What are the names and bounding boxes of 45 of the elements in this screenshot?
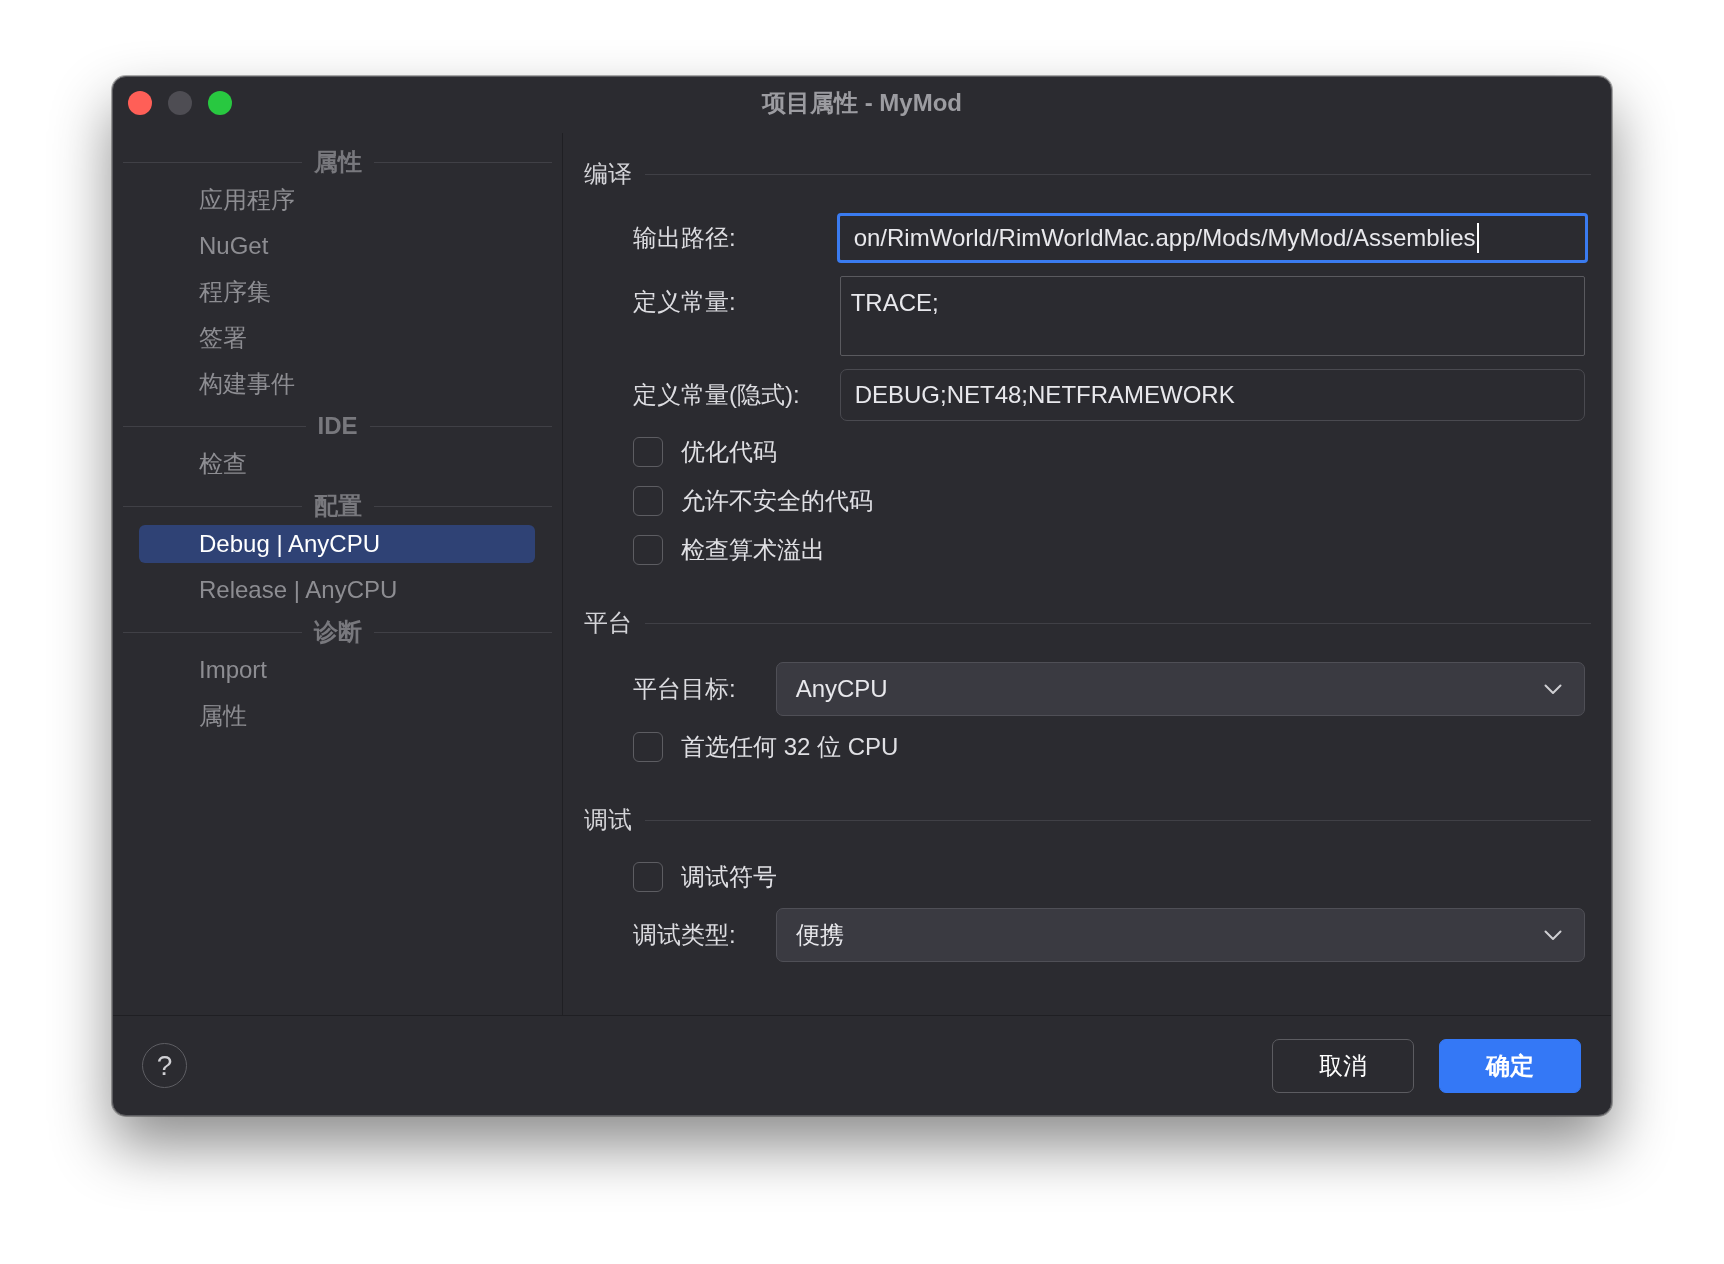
field-label: 输出路径:	[633, 224, 737, 252]
close-icon[interactable]	[128, 91, 152, 115]
text-field[interactable]: DEBUG;NET48;NETFRAMEWORK	[839, 369, 1585, 421]
sidebar-item[interactable]: Debug | AnyCPU	[139, 525, 535, 563]
checkbox-label: 检查算术溢出	[681, 535, 825, 565]
field-label: 定义常量:	[633, 288, 737, 316]
checkbox[interactable]	[633, 437, 663, 467]
text-field[interactable]: on/RimWorld/RimWorldMac.app/Mods/MyMod/Assemblies	[836, 213, 1588, 263]
checkbox-label: 首选任何 32 位 CPU	[681, 732, 899, 762]
checkbox[interactable]	[633, 535, 663, 565]
window-title: 项目属性 - MyMod	[762, 88, 962, 118]
checkbox-label: 允许不安全的代码	[681, 486, 873, 516]
sidebar-item[interactable]: NuGet	[139, 227, 535, 265]
section-title: 编译	[584, 159, 632, 189]
field-label: 定义常量(隐式):	[633, 381, 800, 409]
field-label: 调试类型:	[633, 921, 736, 949]
sidebar-group-title: 属性	[313, 147, 362, 177]
checkbox[interactable]	[633, 862, 663, 892]
cancel-button[interactable]: 取消	[1272, 1038, 1414, 1093]
dropdown[interactable]: 便携	[775, 908, 1585, 962]
sidebar-item[interactable]: 属性	[139, 697, 535, 735]
section-title: 调试	[584, 805, 632, 835]
sidebar-item[interactable]: 签署	[139, 319, 535, 357]
sidebar-item[interactable]: 应用程序	[139, 181, 535, 219]
checkbox[interactable]	[633, 732, 663, 762]
text-cursor-icon	[1476, 223, 1479, 253]
field-label: 平台目标:	[633, 675, 736, 703]
checkbox[interactable]	[633, 486, 663, 516]
sidebar-item[interactable]: 程序集	[139, 273, 535, 311]
chevron-down-icon	[1544, 683, 1562, 695]
maximize-icon[interactable]	[208, 91, 232, 115]
checkbox-label: 调试符号	[681, 862, 777, 892]
sidebar-item[interactable]: Import	[139, 651, 535, 689]
sidebar-item[interactable]: 构建事件	[139, 365, 535, 403]
sidebar-item[interactable]: 检查	[139, 445, 535, 483]
chevron-down-icon	[1544, 929, 1562, 941]
confirm-button[interactable]: 确定	[1439, 1038, 1581, 1093]
sidebar-group-title: IDE	[317, 412, 358, 440]
sidebar-group-title: 配置	[313, 491, 362, 521]
dropdown[interactable]: AnyCPU	[775, 662, 1585, 716]
sidebar-group-title: 诊断	[313, 617, 362, 647]
section-title: 平台	[584, 608, 632, 638]
checkbox-label: 优化代码	[681, 437, 777, 467]
sidebar-item[interactable]: Release | AnyCPU	[139, 571, 535, 609]
text-area[interactable]: TRACE;	[839, 276, 1585, 356]
